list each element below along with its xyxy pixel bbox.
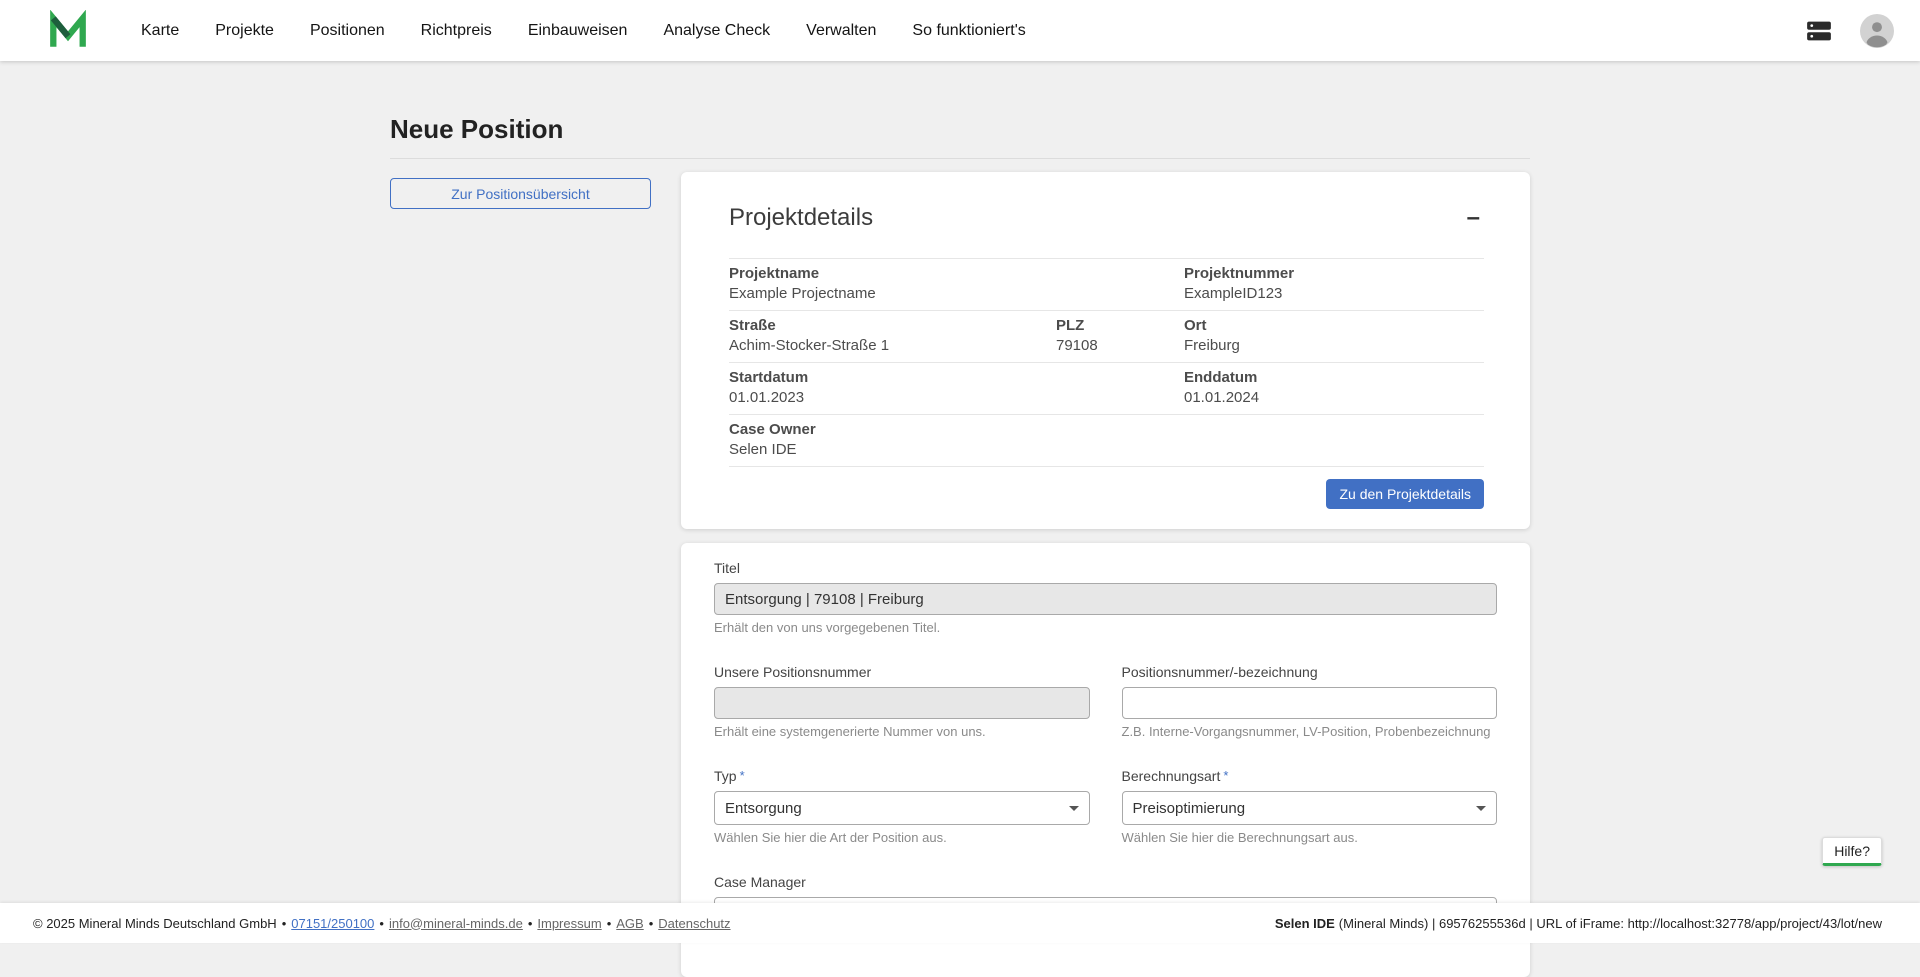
ort-value: Freiburg: [1184, 336, 1484, 356]
unsere-positionsnummer-label: Unsere Positionsnummer: [714, 664, 1090, 680]
berechnungsart-label: Berechnungsart*: [1122, 768, 1498, 784]
nav-item-richtpreis[interactable]: Richtpreis: [421, 22, 492, 40]
unsere-positionsnummer-field: Unsere Positionsnummer Erhält eine syste…: [714, 664, 1090, 739]
footer: © 2025 Mineral Minds Deutschland GmbH • …: [0, 903, 1920, 943]
brand-logo-icon: [47, 10, 89, 52]
titel-helper: Erhält den von uns vorgegebenen Titel.: [714, 620, 1497, 635]
startdatum-label: Startdatum: [729, 368, 1184, 388]
page-title: Neue Position: [390, 114, 1530, 145]
positionsnummer-helper: Z.B. Interne-Vorgangsnummer, LV-Position…: [1122, 724, 1498, 739]
footer-separator: •: [282, 916, 287, 931]
session-details: (Mineral Minds) | 69576255536d | URL of …: [1339, 916, 1882, 931]
top-navbar: Karte Projekte Positionen Richtpreis Ein…: [0, 0, 1920, 61]
case-manager-label: Case Manager: [714, 874, 1497, 890]
positionsnummer-input[interactable]: [1122, 687, 1498, 719]
berechnungsart-select-value: Preisoptimierung: [1133, 800, 1246, 817]
berechnungsart-select[interactable]: Preisoptimierung: [1122, 791, 1498, 825]
chevron-down-icon: [1476, 806, 1486, 811]
table-row: Startdatum 01.01.2023 Enddatum 01.01.202…: [729, 363, 1484, 415]
table-row: Projektname Example Projectname Projektn…: [729, 259, 1484, 311]
user-avatar[interactable]: [1860, 14, 1894, 48]
typ-select[interactable]: Entsorgung: [714, 791, 1090, 825]
projektnummer-value: ExampleID123: [1184, 284, 1484, 304]
position-overview-button[interactable]: Zur Positionsübersicht: [390, 178, 651, 209]
email-link[interactable]: info@mineral-minds.de: [389, 916, 523, 931]
phone-link[interactable]: 07151/250100: [291, 916, 374, 931]
plz-value: 79108: [1056, 336, 1184, 356]
berechnungsart-field: Berechnungsart* Preisoptimierung Wählen …: [1122, 768, 1498, 845]
enddatum-label: Enddatum: [1184, 368, 1484, 388]
main-content: Neue Position Zur Positionsübersicht Pro…: [0, 0, 1920, 977]
unsere-positionsnummer-helper: Erhält eine systemgenerierte Nummer von …: [714, 724, 1090, 739]
unsere-positionsnummer-input: [714, 687, 1090, 719]
case-owner-label: Case Owner: [729, 420, 1484, 440]
nav-item-karte[interactable]: Karte: [141, 22, 179, 40]
navbar-right-actions: [1804, 14, 1894, 48]
case-owner-value: Selen IDE: [729, 440, 1484, 460]
typ-label: Typ*: [714, 768, 1090, 784]
main-nav: Karte Projekte Positionen Richtpreis Ein…: [141, 22, 1026, 40]
nav-item-projekte[interactable]: Projekte: [215, 22, 274, 40]
typ-select-value: Entsorgung: [725, 800, 802, 817]
session-user: Selen IDE: [1275, 916, 1335, 931]
footer-separator: •: [528, 916, 533, 931]
footer-session-info: Selen IDE (Mineral Minds) | 69576255536d…: [1275, 916, 1882, 931]
plz-label: PLZ: [1056, 316, 1184, 336]
project-details-table: Projektname Example Projectname Projektn…: [729, 258, 1484, 467]
projektnummer-label: Projektnummer: [1184, 264, 1484, 284]
positionsnummer-label: Positionsnummer/-bezeichnung: [1122, 664, 1498, 680]
footer-left: © 2025 Mineral Minds Deutschland GmbH • …: [33, 916, 731, 931]
project-details-card: Projektdetails – Projektname Example Pro…: [681, 172, 1530, 529]
enddatum-value: 01.01.2024: [1184, 388, 1484, 408]
left-column: Zur Positionsübersicht: [390, 172, 651, 209]
nav-item-verwalten[interactable]: Verwalten: [806, 22, 876, 40]
help-button[interactable]: Hilfe?: [1822, 837, 1882, 866]
nav-item-so-funktionierts[interactable]: So funktioniert's: [912, 22, 1025, 40]
positionsnummer-field: Positionsnummer/-bezeichnung Z.B. Intern…: [1122, 664, 1498, 739]
server-icon[interactable]: [1804, 16, 1834, 46]
strasse-value: Achim-Stocker-Straße 1: [729, 336, 1056, 356]
datenschutz-link[interactable]: Datenschutz: [658, 916, 730, 931]
right-column: Projektdetails – Projektname Example Pro…: [681, 172, 1530, 977]
copyright-text: © 2025 Mineral Minds Deutschland GmbH: [33, 916, 277, 931]
strasse-label: Straße: [729, 316, 1056, 336]
brand-logo[interactable]: [47, 10, 89, 52]
footer-separator: •: [607, 916, 612, 931]
title-divider: [390, 158, 1530, 159]
chevron-down-icon: [1069, 806, 1079, 811]
required-asterisk: *: [740, 768, 745, 783]
titel-label: Titel: [714, 560, 1497, 576]
titel-input: [714, 583, 1497, 615]
projektname-value: Example Projectname: [729, 284, 1184, 304]
table-row: Case Owner Selen IDE: [729, 415, 1484, 467]
nav-item-positionen[interactable]: Positionen: [310, 22, 385, 40]
berechnungsart-helper: Wählen Sie hier die Berechnungsart aus.: [1122, 830, 1498, 845]
table-row: Straße Achim-Stocker-Straße 1 PLZ 79108 …: [729, 311, 1484, 363]
impressum-link[interactable]: Impressum: [537, 916, 601, 931]
projektname-label: Projektname: [729, 264, 1184, 284]
nav-item-einbauweisen[interactable]: Einbauweisen: [528, 22, 628, 40]
startdatum-value: 01.01.2023: [729, 388, 1184, 408]
typ-helper: Wählen Sie hier die Art der Position aus…: [714, 830, 1090, 845]
typ-field: Typ* Entsorgung Wählen Sie hier die Art …: [714, 768, 1090, 845]
project-card-title: Projektdetails: [729, 204, 873, 232]
nav-item-analyse-check[interactable]: Analyse Check: [663, 22, 770, 40]
required-asterisk: *: [1223, 768, 1228, 783]
ort-label: Ort: [1184, 316, 1484, 336]
footer-separator: •: [649, 916, 654, 931]
footer-separator: •: [379, 916, 384, 931]
project-details-button[interactable]: Zu den Projektdetails: [1326, 479, 1484, 509]
agb-link[interactable]: AGB: [616, 916, 643, 931]
collapse-icon[interactable]: –: [1463, 208, 1484, 228]
